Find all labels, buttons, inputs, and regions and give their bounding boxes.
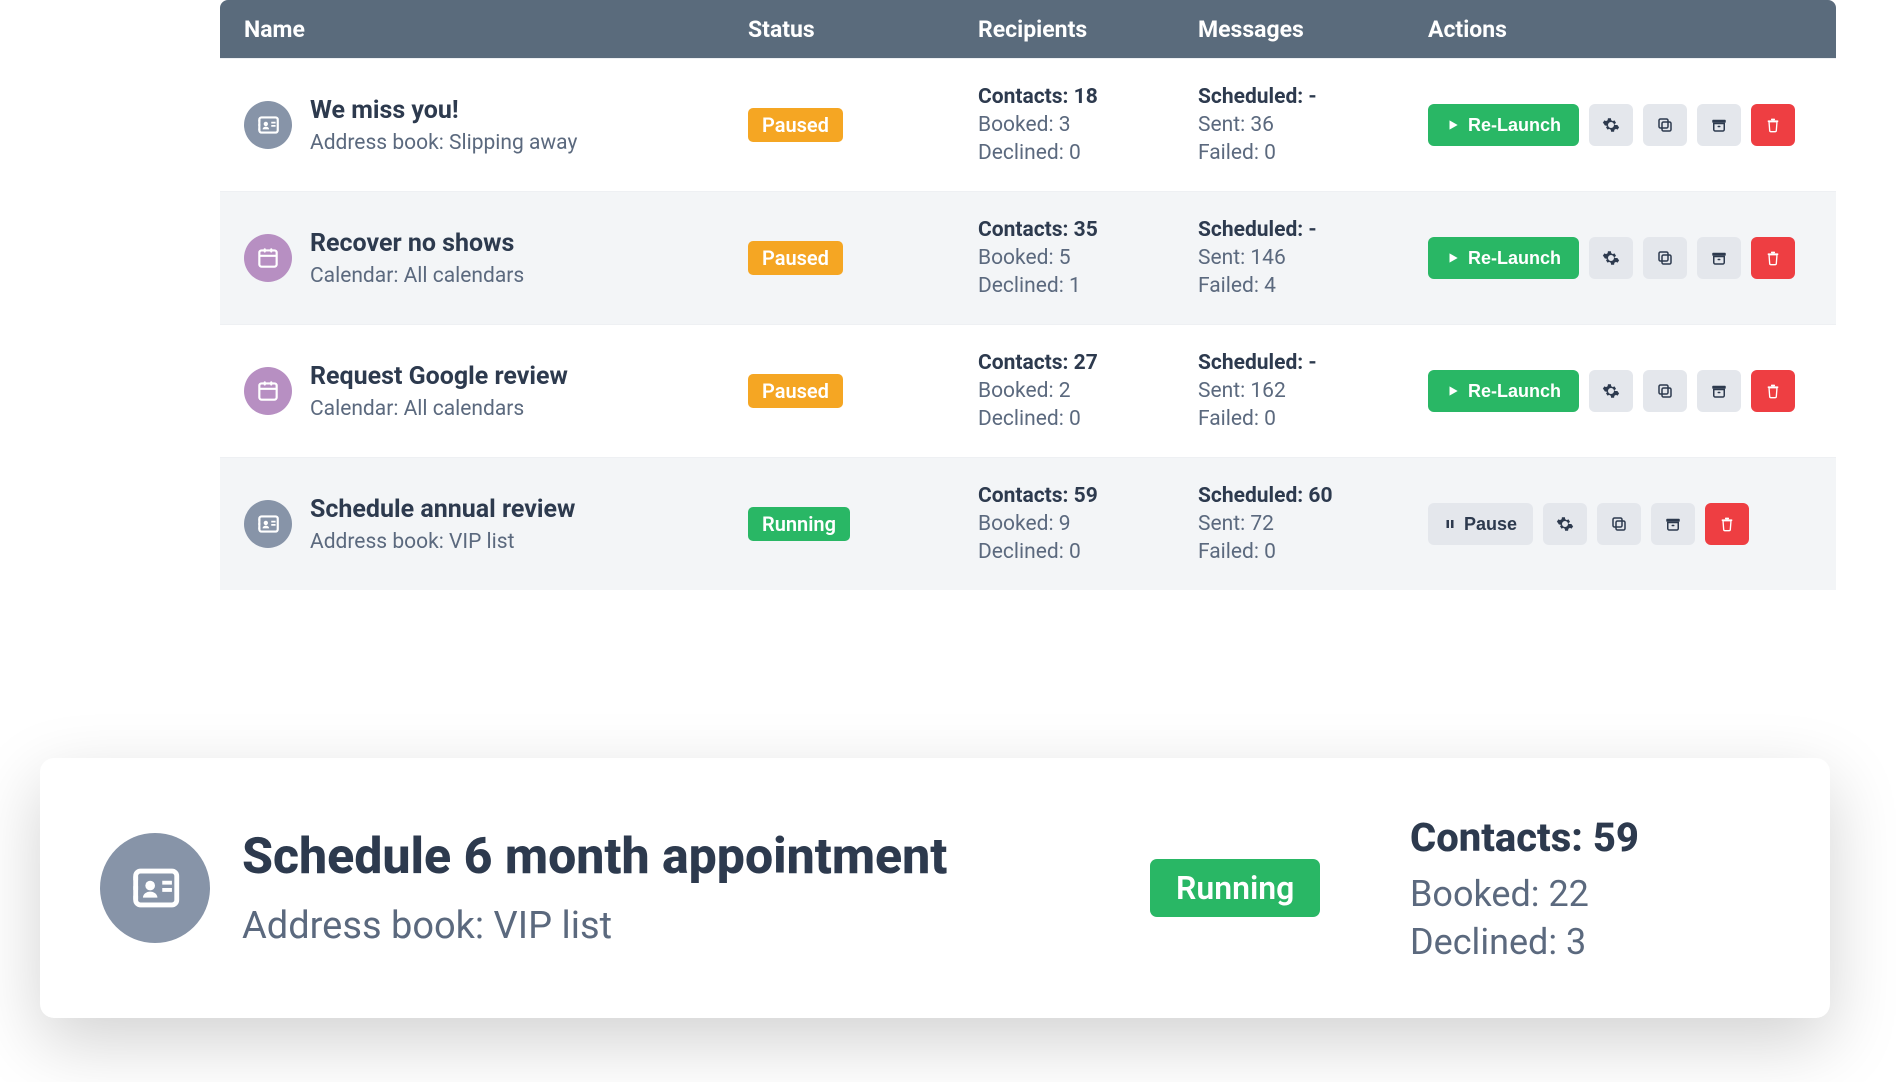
contact-book-icon xyxy=(100,833,210,943)
scheduled-count: Scheduled: 60 xyxy=(1198,484,1428,508)
table-row: Schedule annual review Address book: VIP … xyxy=(220,457,1836,590)
delete-button[interactable] xyxy=(1705,503,1749,545)
contact-book-icon xyxy=(244,101,292,149)
table-row: Recover no shows Calendar: All calendars P… xyxy=(220,191,1836,324)
contacts-count: Contacts: 18 xyxy=(978,85,1198,109)
booked-count: Booked: 9 xyxy=(978,512,1198,536)
failed-count: Failed: 4 xyxy=(1198,274,1428,298)
campaign-title: Request Google review xyxy=(310,362,568,391)
status-badge: Running xyxy=(1150,859,1320,917)
failed-count: Failed: 0 xyxy=(1198,540,1428,564)
contacts-count: Contacts: 27 xyxy=(978,351,1198,375)
pause-button[interactable]: Pause xyxy=(1428,503,1533,545)
duplicate-button[interactable] xyxy=(1643,237,1687,279)
header-name: Name xyxy=(238,16,748,43)
scheduled-count: Scheduled: - xyxy=(1198,218,1428,242)
archive-button[interactable] xyxy=(1697,237,1741,279)
sent-count: Sent: 72 xyxy=(1198,512,1428,536)
delete-button[interactable] xyxy=(1751,237,1795,279)
campaign-detail-card: Schedule 6 month appointment Address boo… xyxy=(40,758,1830,1018)
archive-button[interactable] xyxy=(1697,370,1741,412)
settings-button[interactable] xyxy=(1589,104,1633,146)
booked-count: Booked: 22 xyxy=(1410,873,1639,915)
declined-count: Declined: 1 xyxy=(978,274,1198,298)
campaign-subtitle: Address book: VIP list xyxy=(242,904,947,948)
header-status: Status xyxy=(748,16,978,43)
status-badge: Running xyxy=(748,507,850,541)
campaign-title: Recover no shows xyxy=(310,229,524,258)
campaign-title: Schedule 6 month appointment xyxy=(242,828,947,886)
failed-count: Failed: 0 xyxy=(1198,407,1428,431)
campaign-subtitle: Address book: VIP list xyxy=(310,530,575,554)
status-badge: Paused xyxy=(748,108,843,142)
relaunch-button[interactable]: Re-Launch xyxy=(1428,104,1579,146)
header-recipients: Recipients xyxy=(978,16,1198,43)
relaunch-button[interactable]: Re-Launch xyxy=(1428,370,1579,412)
declined-count: Declined: 0 xyxy=(978,407,1198,431)
contacts-count: Contacts: 35 xyxy=(978,218,1198,242)
contacts-count: Contacts: 59 xyxy=(978,484,1198,508)
delete-button[interactable] xyxy=(1751,370,1795,412)
header-actions: Actions xyxy=(1428,16,1812,43)
campaign-title: We miss you! xyxy=(310,96,577,125)
booked-count: Booked: 5 xyxy=(978,246,1198,270)
table-row: We miss you! Address book: Slipping away P… xyxy=(220,58,1836,191)
declined-count: Declined: 0 xyxy=(978,141,1198,165)
campaign-subtitle: Address book: Slipping away xyxy=(310,131,577,155)
failed-count: Failed: 0 xyxy=(1198,141,1428,165)
booked-count: Booked: 3 xyxy=(978,113,1198,137)
relaunch-button[interactable]: Re-Launch xyxy=(1428,237,1579,279)
archive-button[interactable] xyxy=(1697,104,1741,146)
sent-count: Sent: 162 xyxy=(1198,379,1428,403)
campaign-subtitle: Calendar: All calendars xyxy=(310,397,568,421)
scheduled-count: Scheduled: - xyxy=(1198,351,1428,375)
duplicate-button[interactable] xyxy=(1643,370,1687,412)
settings-button[interactable] xyxy=(1589,370,1633,412)
table-row: Request Google review Calendar: All calen… xyxy=(220,324,1836,457)
calendar-icon xyxy=(244,367,292,415)
status-badge: Paused xyxy=(748,241,843,275)
delete-button[interactable] xyxy=(1751,104,1795,146)
declined-count: Declined: 0 xyxy=(978,540,1198,564)
sent-count: Sent: 146 xyxy=(1198,246,1428,270)
booked-count: Booked: 2 xyxy=(978,379,1198,403)
scheduled-count: Scheduled: - xyxy=(1198,85,1428,109)
archive-button[interactable] xyxy=(1651,503,1695,545)
settings-button[interactable] xyxy=(1543,503,1587,545)
campaigns-table: Name Status Recipients Messages Actions … xyxy=(220,0,1836,590)
duplicate-button[interactable] xyxy=(1597,503,1641,545)
contacts-count: Contacts: 59 xyxy=(1410,814,1639,861)
settings-button[interactable] xyxy=(1589,237,1633,279)
contact-book-icon xyxy=(244,500,292,548)
campaign-subtitle: Calendar: All calendars xyxy=(310,264,524,288)
declined-count: Declined: 3 xyxy=(1410,921,1639,963)
table-header-row: Name Status Recipients Messages Actions xyxy=(220,0,1836,58)
campaign-title: Schedule annual review xyxy=(310,495,575,524)
header-messages: Messages xyxy=(1198,16,1428,43)
duplicate-button[interactable] xyxy=(1643,104,1687,146)
calendar-icon xyxy=(244,234,292,282)
sent-count: Sent: 36 xyxy=(1198,113,1428,137)
status-badge: Paused xyxy=(748,374,843,408)
